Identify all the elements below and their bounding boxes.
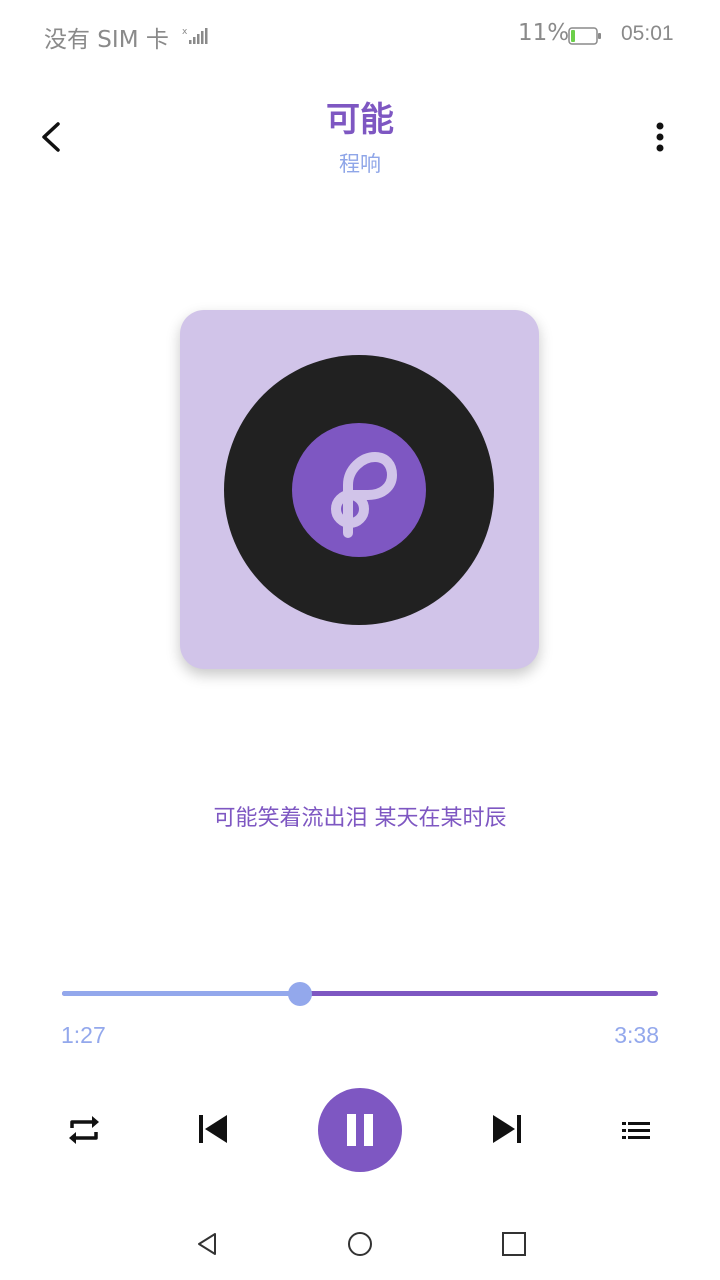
vinyl-disc — [224, 355, 494, 625]
elapsed-time: 1:27 — [61, 1022, 106, 1048]
repeat-button[interactable] — [62, 1108, 106, 1152]
square-recents-icon — [502, 1232, 526, 1256]
next-button[interactable] — [484, 1106, 530, 1152]
carrier-label: 没有 SIM 卡 — [44, 27, 169, 53]
previous-button[interactable] — [190, 1106, 236, 1152]
play-pause-button[interactable] — [318, 1088, 402, 1172]
seek-thumb[interactable] — [288, 982, 313, 1006]
nav-recents-button[interactable] — [500, 1230, 528, 1258]
circle-home-icon — [348, 1232, 372, 1256]
triangle-back-icon — [198, 1233, 216, 1255]
status-bar: 没有 SIM 卡 x 11% 05:01 — [0, 0, 720, 72]
vinyl-label — [292, 423, 426, 557]
music-note-icon — [331, 452, 397, 538]
song-title: 可能 — [326, 100, 394, 140]
signal-icon: x — [182, 26, 210, 46]
album-art — [180, 310, 539, 669]
seek-progress — [62, 991, 301, 996]
more-options-button[interactable] — [640, 112, 680, 162]
skip-previous-icon — [199, 1115, 227, 1143]
battery-percentage: 11% — [518, 20, 570, 46]
total-time: 3:38 — [614, 1022, 659, 1048]
system-nav-bar — [0, 1210, 720, 1280]
song-artist: 程响 — [339, 152, 381, 176]
skip-next-icon — [493, 1115, 521, 1143]
more-vertical-icon — [656, 122, 664, 152]
svg-text:x: x — [182, 27, 188, 37]
repeat-icon — [69, 1116, 99, 1144]
playlist-icon — [622, 1122, 650, 1139]
nav-home-button[interactable] — [346, 1230, 374, 1258]
nav-back-button[interactable] — [194, 1230, 222, 1258]
clock: 05:01 — [621, 22, 674, 45]
lyric-line: 可能笑着流出泪 某天在某时辰 — [213, 806, 507, 831]
seek-bar[interactable] — [62, 980, 658, 1008]
pause-icon — [347, 1114, 373, 1146]
playlist-button[interactable] — [614, 1108, 658, 1152]
battery-icon — [568, 27, 602, 45]
